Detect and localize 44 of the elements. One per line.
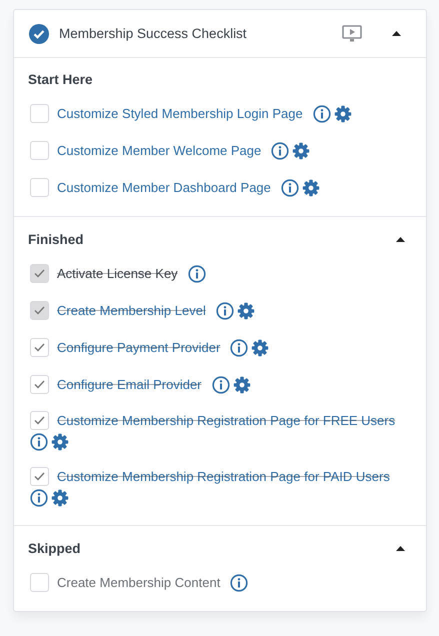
settings-icon[interactable]: [292, 142, 310, 160]
settings-icon[interactable]: [232, 376, 251, 394]
task-link[interactable]: Customize Member Welcome Page: [57, 143, 262, 158]
settings-icon[interactable]: [51, 433, 69, 451]
checkbox[interactable]: [30, 375, 49, 394]
task-link[interactable]: Customize Membership Registration Page for FREE Users: [57, 413, 396, 428]
settings-icon[interactable]: [334, 104, 352, 122]
video-icon[interactable]: [342, 25, 362, 42]
task-link[interactable]: Configure Email Provider: [57, 377, 202, 392]
check-icon: [34, 306, 45, 315]
checklist-title: Membership Success Checklist: [59, 26, 248, 41]
task-label: Create Membership Content: [57, 575, 220, 590]
check-icon: [34, 269, 45, 278]
info-icon[interactable]: [280, 178, 299, 196]
task-link[interactable]: Configure Payment Provider: [57, 340, 220, 355]
info-icon[interactable]: [30, 433, 48, 451]
info-icon[interactable]: [230, 338, 248, 356]
check-icon: [34, 380, 45, 389]
task-link[interactable]: Customize Member Dashboard Page: [57, 180, 271, 195]
checkbox[interactable]: [30, 104, 49, 123]
task-link[interactable]: Customize Membership Registration Page for PAID Users: [57, 469, 390, 484]
info-icon[interactable]: [312, 104, 331, 122]
check-icon: [34, 472, 45, 481]
checkbox[interactable]: [30, 411, 49, 430]
check-icon: [34, 416, 45, 425]
checkbox[interactable]: [30, 141, 49, 160]
section-title: Skipped: [28, 540, 81, 556]
settings-icon[interactable]: [51, 489, 69, 507]
checkbox[interactable]: [30, 338, 49, 357]
section-title: Finished: [28, 232, 84, 246]
info-icon[interactable]: [212, 376, 230, 394]
task-link[interactable]: Customize Styled Membership Login Page: [57, 106, 303, 121]
info-icon[interactable]: [30, 489, 48, 507]
check-icon: [34, 343, 45, 352]
info-icon[interactable]: [271, 142, 290, 160]
checkbox[interactable]: [30, 467, 49, 486]
checkbox[interactable]: [30, 178, 49, 197]
section-title: Start Here: [28, 72, 93, 87]
task-label: Activate License Key: [57, 266, 178, 281]
checkbox[interactable]: [30, 573, 49, 592]
settings-icon[interactable]: [251, 338, 270, 356]
info-icon[interactable]: [216, 302, 234, 320]
info-icon[interactable]: [230, 574, 248, 592]
settings-icon[interactable]: [302, 178, 320, 196]
